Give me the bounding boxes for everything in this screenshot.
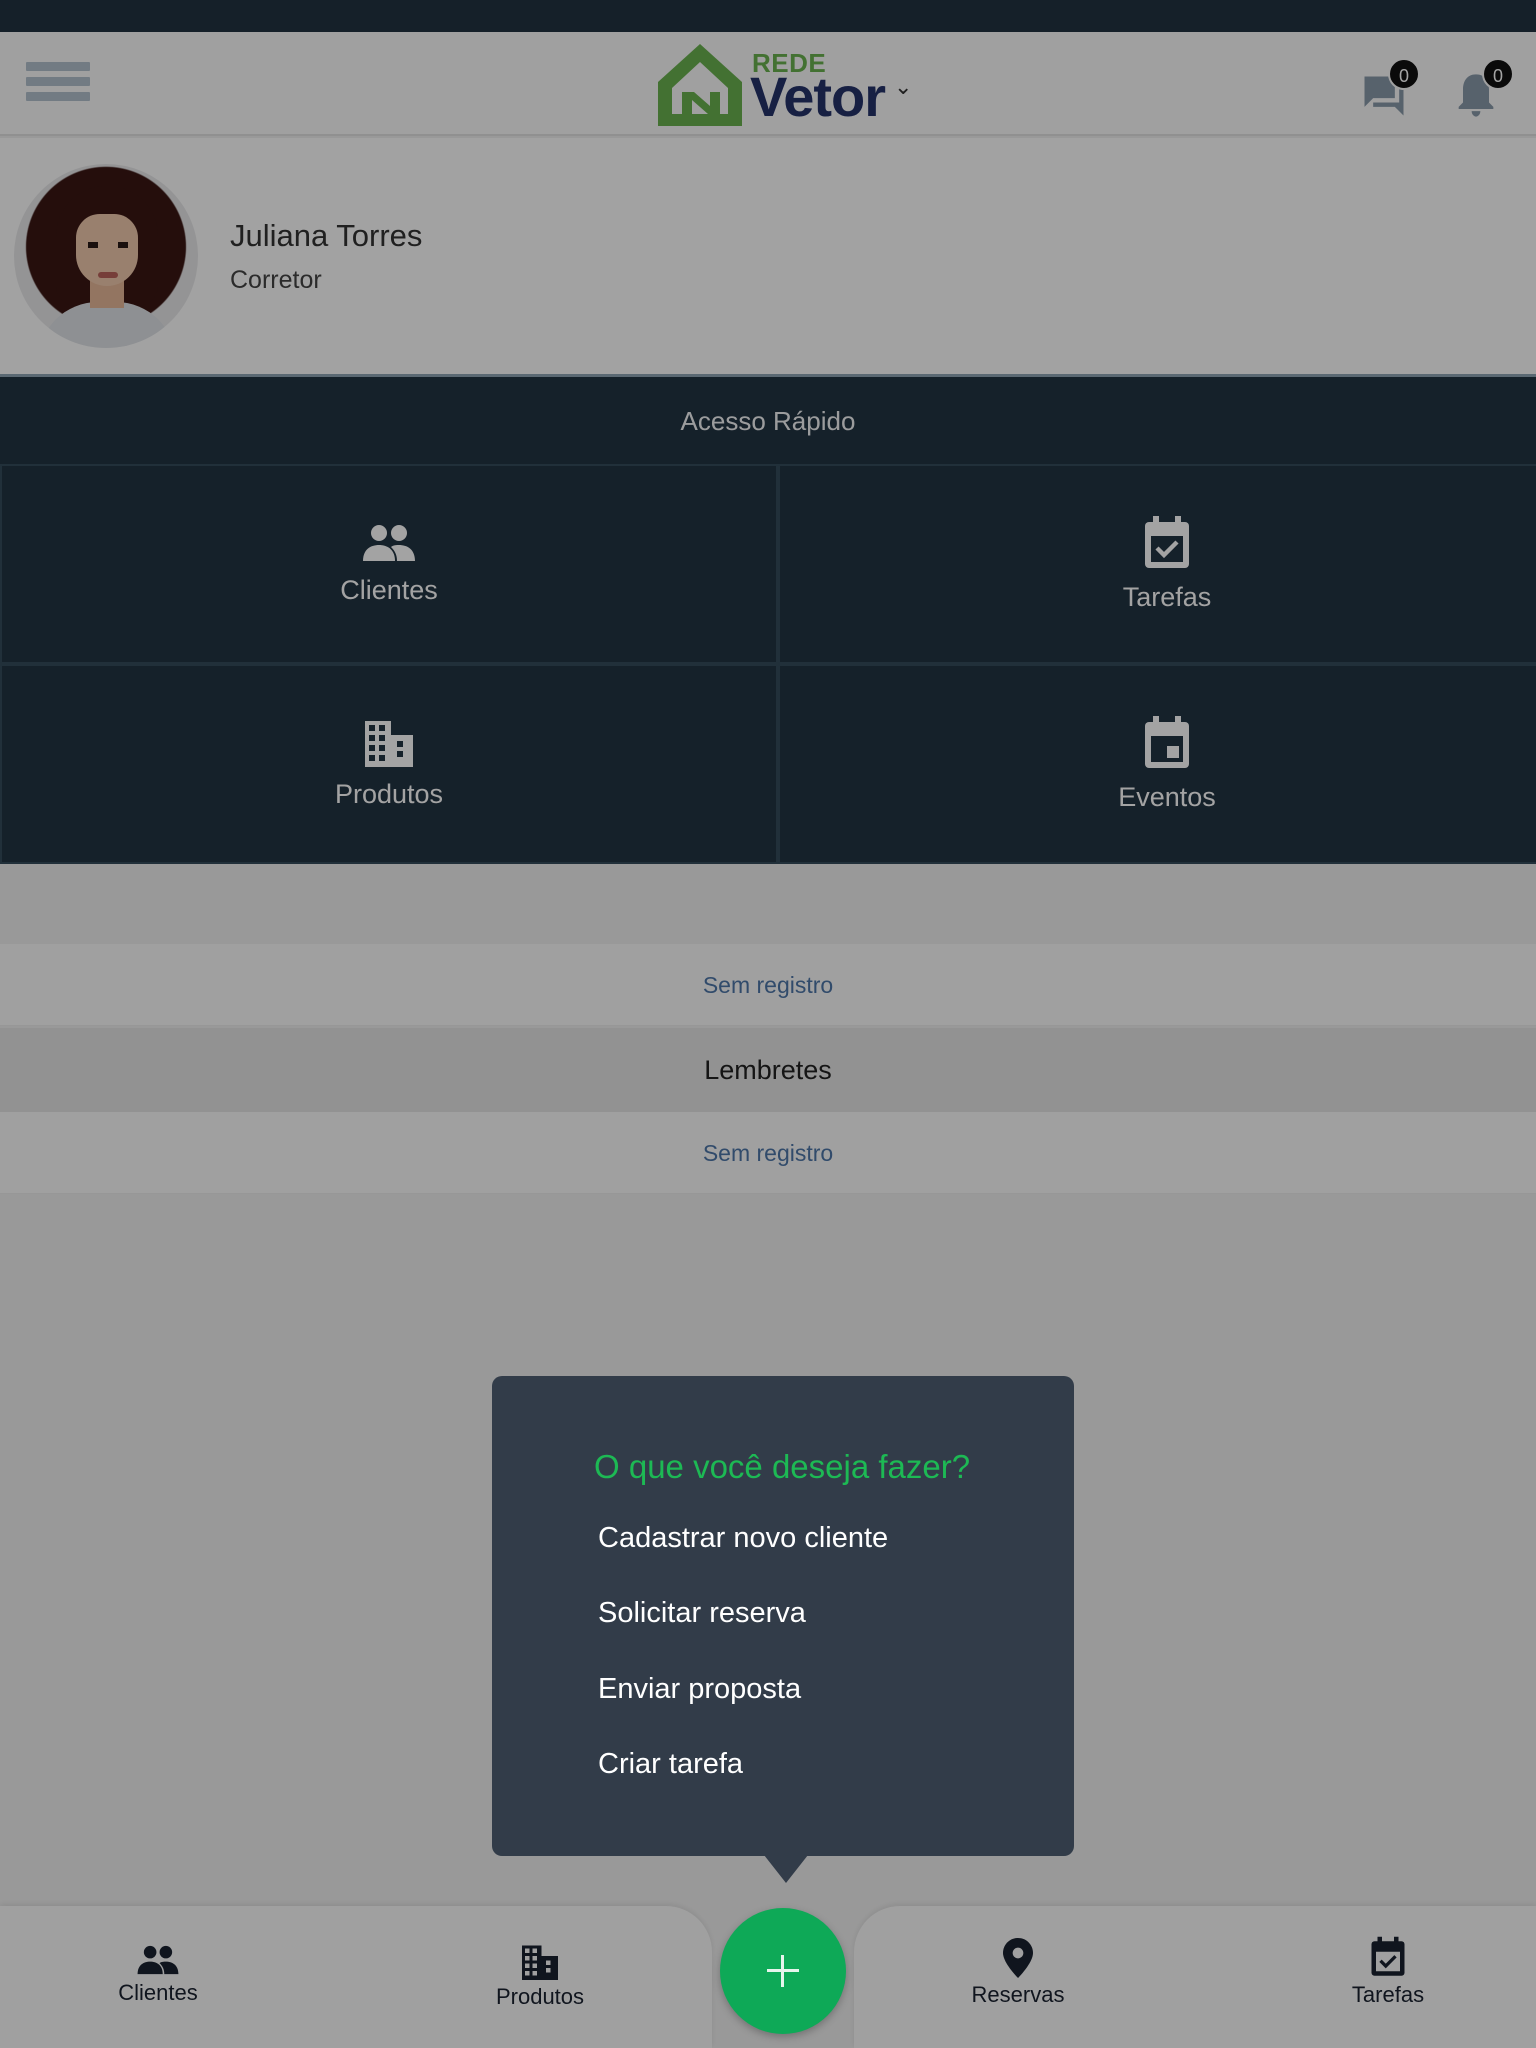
menu-item-new-client[interactable]: Cadastrar novo cliente: [598, 1522, 888, 1555]
add-fab-button[interactable]: [720, 1908, 846, 2034]
menu-item-request-reservation[interactable]: Solicitar reserva: [598, 1597, 806, 1630]
popup-title: O que você deseja fazer?: [594, 1448, 971, 1485]
menu-item-send-proposal[interactable]: Enviar proposta: [598, 1673, 801, 1706]
menu-item-create-task[interactable]: Criar tarefa: [598, 1748, 743, 1781]
popup-pointer: [764, 1855, 808, 1883]
action-popup: O que você deseja fazer? Cadastrar novo …: [492, 1376, 1074, 1856]
